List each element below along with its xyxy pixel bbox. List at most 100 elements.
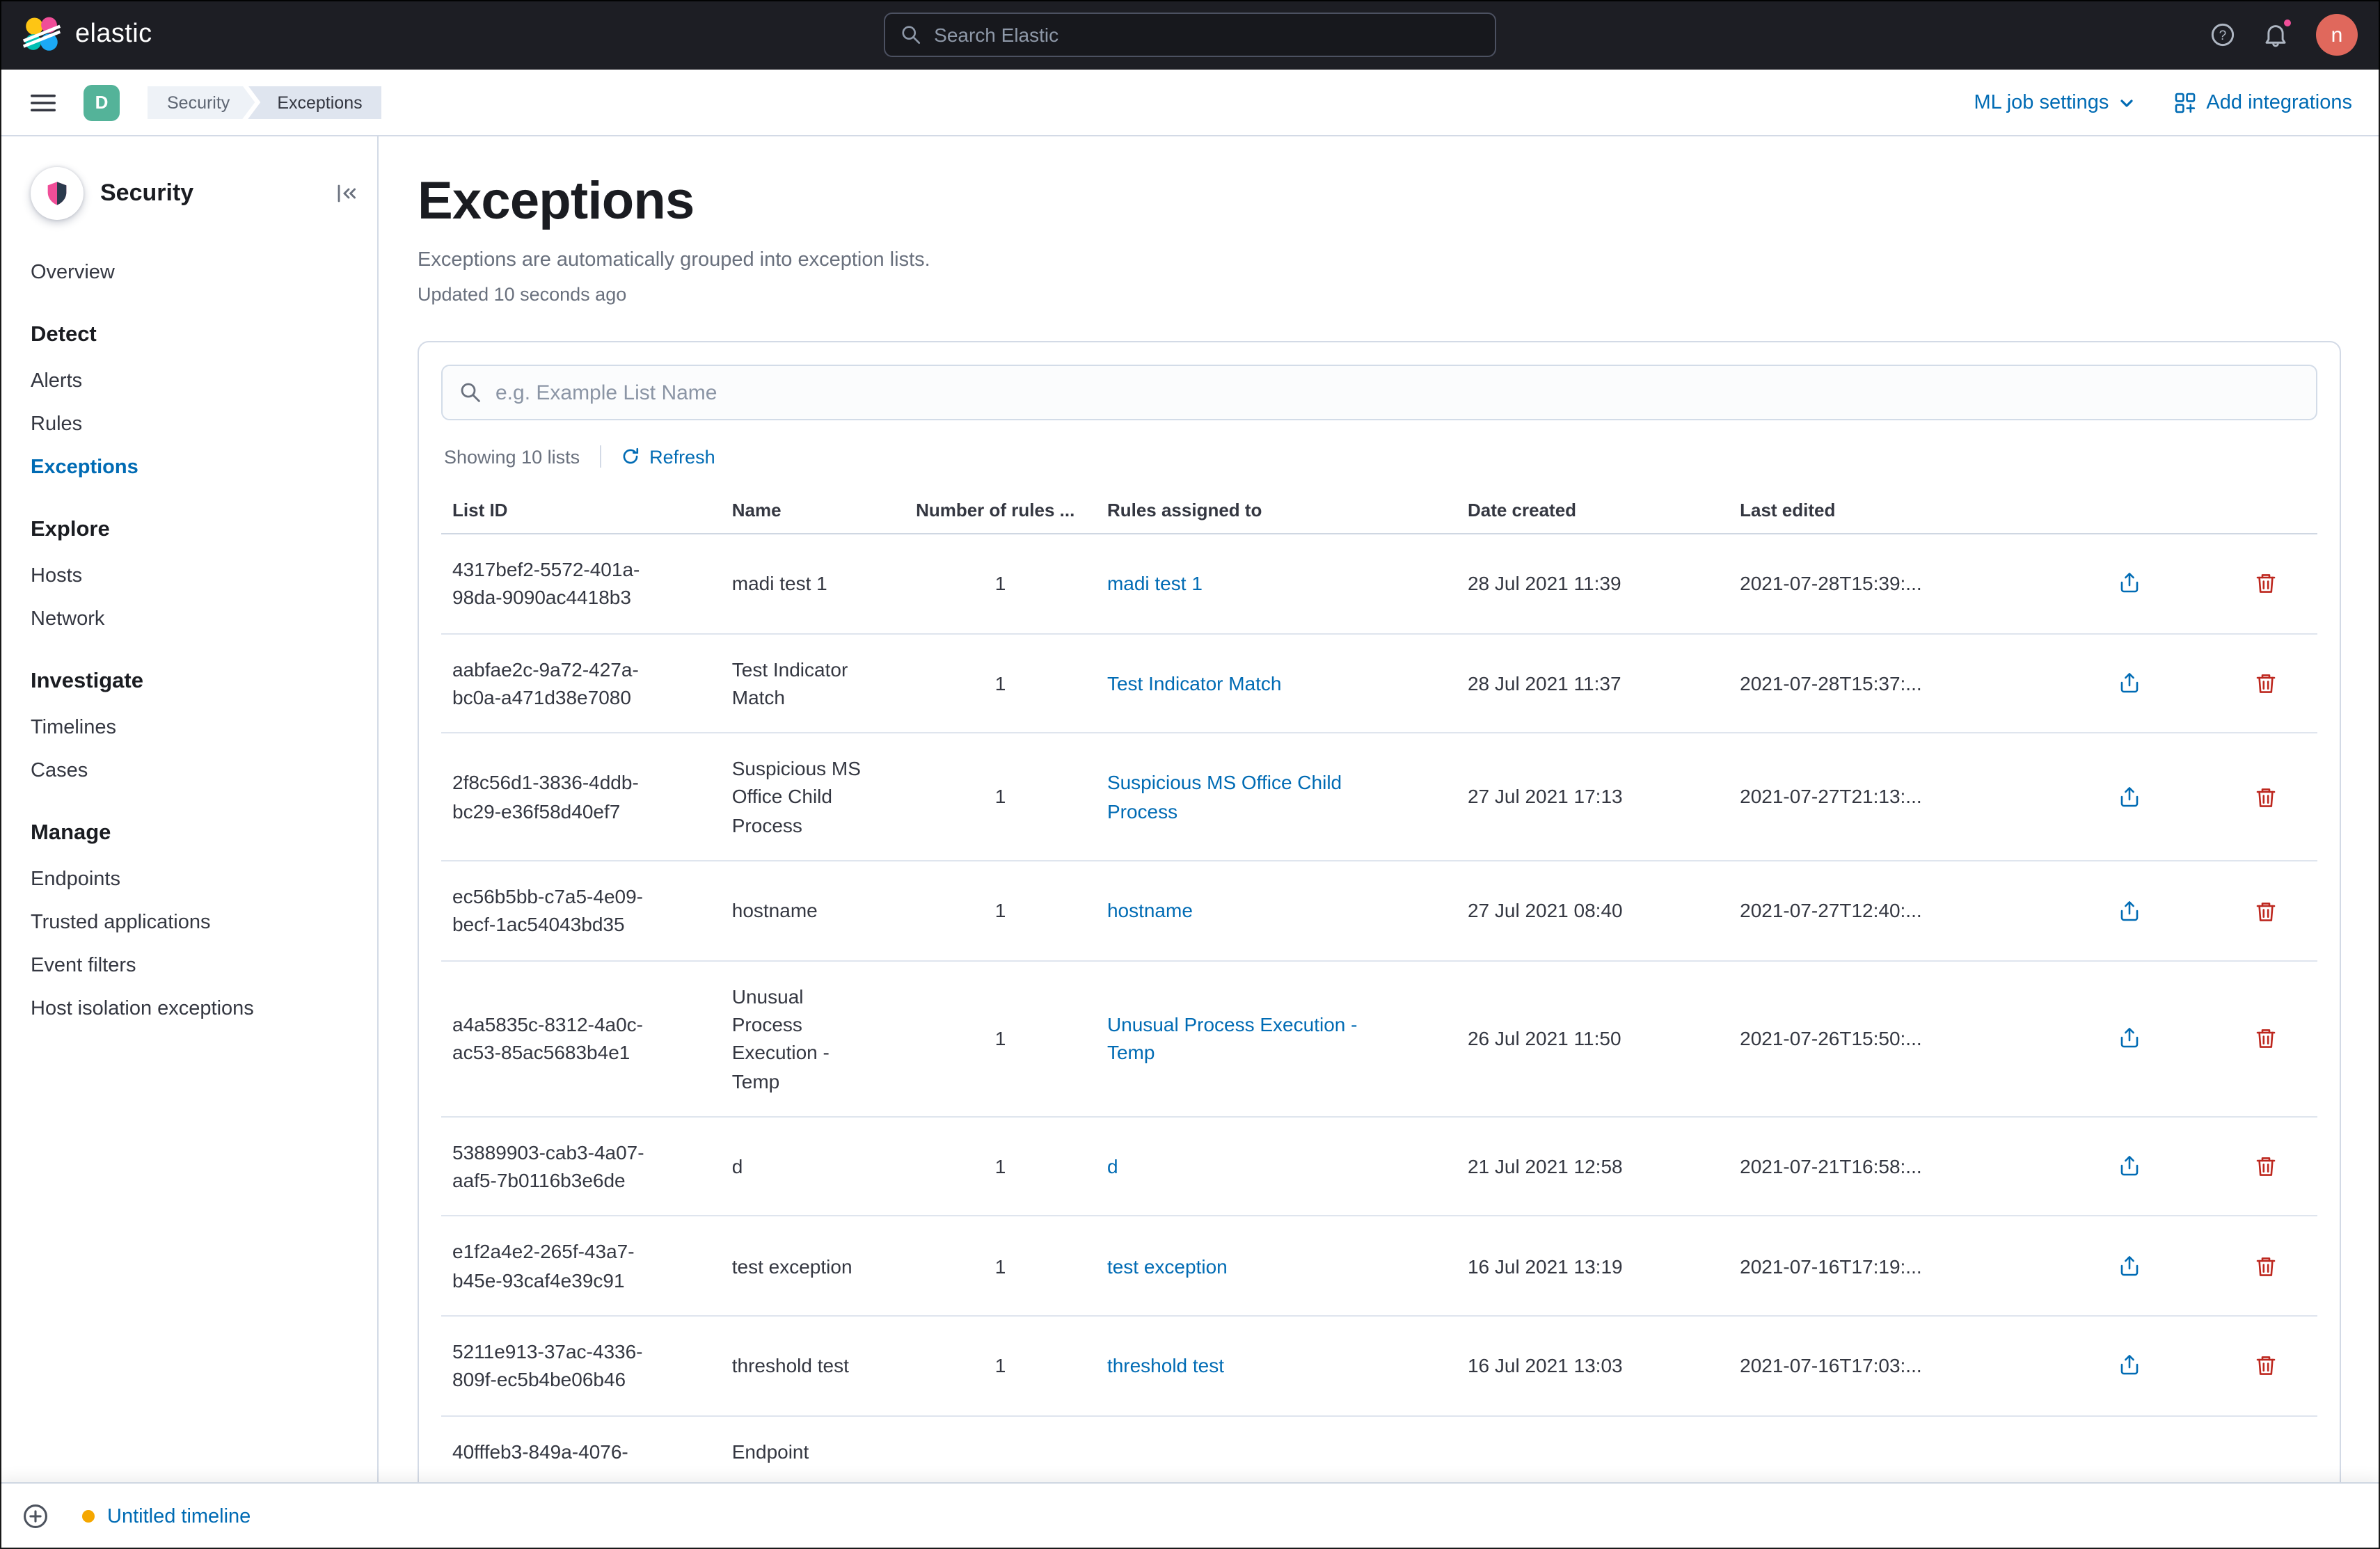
trash-icon bbox=[2256, 1257, 2276, 1276]
sidebar-item-host-isolation-exceptions[interactable]: Host isolation exceptions bbox=[31, 998, 347, 1020]
delete-list-button[interactable] bbox=[2251, 896, 2281, 926]
table-meta-row: Showing 10 lists Refresh bbox=[444, 445, 2315, 468]
menu-button[interactable] bbox=[19, 79, 67, 126]
sidebar-item-timelines[interactable]: Timelines bbox=[31, 717, 347, 739]
name-cell: test exception bbox=[720, 1216, 905, 1317]
sidebar-item-event-filters[interactable]: Event filters bbox=[31, 955, 347, 977]
rules-count-cell: 1 bbox=[905, 960, 1096, 1118]
sidebar-item-overview[interactable]: Overview bbox=[31, 262, 347, 284]
sidebar-item-endpoints[interactable]: Endpoints bbox=[31, 868, 347, 891]
rule-link[interactable]: madi test 1 bbox=[1107, 572, 1203, 594]
main-content: Exceptions Exceptions are automatically … bbox=[379, 136, 2380, 1549]
header-actions: ? n bbox=[2210, 14, 2358, 56]
date-created-cell: 21 Jul 2021 12:58 bbox=[1456, 1116, 1729, 1217]
sidebar-section-explore: Explore bbox=[31, 518, 110, 541]
list-id-cell: e1f2a4e2-265f-43a7- b45e-93caf4e39c91 bbox=[441, 1216, 721, 1317]
export-list-button[interactable] bbox=[2114, 1152, 2145, 1182]
page-title: Exceptions bbox=[418, 173, 695, 231]
sidebar-title: Security bbox=[100, 180, 194, 206]
help-button[interactable]: ? bbox=[2210, 22, 2235, 47]
delete-list-button[interactable] bbox=[2251, 668, 2281, 699]
export-list-button[interactable] bbox=[2114, 896, 2145, 926]
rule-link[interactable]: threshold test bbox=[1107, 1354, 1224, 1376]
delete-list-button[interactable] bbox=[2251, 782, 2281, 813]
col-header-last-edited: Last edited bbox=[1729, 487, 2045, 534]
collapse-sidebar-button[interactable] bbox=[335, 182, 358, 205]
breadcrumb-exceptions[interactable]: Exceptions bbox=[248, 86, 382, 119]
table-row-partial: 40fffeb3-849a-4076- Endpoint bbox=[441, 1415, 2317, 1488]
rule-link[interactable]: test exception bbox=[1107, 1255, 1228, 1277]
rules-count-cell: 1 bbox=[905, 733, 1096, 862]
export-list-button[interactable] bbox=[2114, 1024, 2145, 1054]
export-list-button[interactable] bbox=[2114, 569, 2145, 599]
date-created-cell bbox=[1456, 1415, 1729, 1488]
export-icon bbox=[2120, 1028, 2139, 1049]
delete-list-button[interactable] bbox=[2251, 569, 2281, 599]
svg-text:?: ? bbox=[2219, 29, 2227, 43]
last-edited-cell: 2021-07-26T15:50:... bbox=[1729, 960, 2045, 1118]
sidebar-item-hosts[interactable]: Hosts bbox=[31, 565, 347, 587]
elastic-brand[interactable]: elastic bbox=[22, 15, 152, 54]
col-header-list-id: List ID bbox=[441, 487, 721, 534]
col-header-number-of-rules: Number of rules ... bbox=[905, 487, 1096, 534]
sidebar-item-trusted-applications[interactable]: Trusted applications bbox=[31, 912, 347, 934]
list-search[interactable] bbox=[441, 365, 2317, 420]
last-edited-cell: 2021-07-16T17:19:... bbox=[1729, 1216, 2045, 1317]
delete-list-button[interactable] bbox=[2251, 1024, 2281, 1054]
rule-link[interactable]: hostname bbox=[1107, 899, 1193, 921]
name-cell: Test Indicator Match bbox=[720, 633, 905, 734]
export-list-button[interactable] bbox=[2114, 1351, 2145, 1381]
rule-link[interactable]: Suspicious MS Office Child Process bbox=[1107, 772, 1342, 823]
breadcrumb-security[interactable]: Security bbox=[148, 86, 255, 119]
export-list-button[interactable] bbox=[2114, 782, 2145, 813]
trash-icon bbox=[2256, 902, 2276, 921]
ml-job-settings-button[interactable]: ML job settings bbox=[1974, 91, 2135, 113]
list-id-cell: 40fffeb3-849a-4076- bbox=[441, 1415, 721, 1488]
untitled-timeline-link[interactable]: Untitled timeline bbox=[82, 1505, 251, 1527]
export-list-button[interactable] bbox=[2114, 1251, 2145, 1282]
app-body: Security Overview Detect Alerts Rules Ex… bbox=[0, 136, 2380, 1549]
security-sidebar: Security Overview Detect Alerts Rules Ex… bbox=[0, 136, 379, 1549]
global-header: elastic ? n bbox=[0, 0, 2380, 70]
col-header-name: Name bbox=[720, 487, 905, 534]
export-icon bbox=[2120, 1255, 2139, 1276]
search-icon bbox=[461, 383, 480, 402]
exception-lists-panel: Showing 10 lists Refresh bbox=[418, 341, 2341, 1511]
add-integrations-button[interactable]: Add integrations bbox=[2174, 91, 2352, 113]
sidebar-item-alerts[interactable]: Alerts bbox=[31, 370, 347, 392]
collapse-left-icon bbox=[338, 184, 356, 202]
global-search-input[interactable] bbox=[934, 24, 1479, 46]
col-header-export bbox=[2045, 487, 2214, 534]
page-subtitle: Exceptions are automatically grouped int… bbox=[418, 249, 930, 271]
list-search-input[interactable] bbox=[495, 381, 2299, 404]
plus-in-circle-icon bbox=[24, 1504, 47, 1528]
delete-list-button[interactable] bbox=[2251, 1152, 2281, 1182]
refresh-button[interactable]: Refresh bbox=[620, 446, 715, 467]
sidebar-item-rules[interactable]: Rules bbox=[31, 413, 347, 436]
sidebar-item-exceptions[interactable]: Exceptions bbox=[31, 456, 347, 479]
rule-link[interactable]: d bbox=[1107, 1155, 1118, 1177]
navbar-actions: ML job settings Add integrations bbox=[1974, 91, 2361, 113]
global-search[interactable] bbox=[884, 13, 1496, 57]
sidebar-item-network[interactable]: Network bbox=[31, 608, 347, 630]
delete-list-button[interactable] bbox=[2251, 1351, 2281, 1381]
space-selector-badge[interactable]: D bbox=[84, 84, 120, 120]
name-cell: Suspicious MS Office Child Process bbox=[720, 733, 905, 862]
col-header-date-created: Date created bbox=[1456, 487, 1729, 534]
rule-link[interactable]: Test Indicator Match bbox=[1107, 672, 1282, 694]
timeline-add-button[interactable] bbox=[22, 1503, 49, 1530]
sidebar-item-cases[interactable]: Cases bbox=[31, 760, 347, 782]
notifications-button[interactable] bbox=[2263, 17, 2294, 47]
list-id-cell: 4317bef2-5572-401a- 98da-9090ac4418b3 bbox=[441, 534, 721, 635]
date-created-cell: 27 Jul 2021 08:40 bbox=[1456, 861, 1729, 962]
space-initial: D bbox=[95, 92, 109, 113]
delete-list-button[interactable] bbox=[2251, 1251, 2281, 1282]
date-created-cell: 16 Jul 2021 13:19 bbox=[1456, 1216, 1729, 1317]
refresh-icon bbox=[622, 447, 638, 464]
user-avatar[interactable]: n bbox=[2316, 14, 2358, 56]
meta-divider bbox=[599, 445, 601, 468]
updated-timestamp: Updated 10 seconds ago bbox=[418, 284, 627, 305]
export-list-button[interactable] bbox=[2114, 668, 2145, 699]
table-row: e1f2a4e2-265f-43a7- b45e-93caf4e39c91 te… bbox=[441, 1216, 2317, 1317]
rule-link[interactable]: Unusual Process Execution - Temp bbox=[1107, 1013, 1358, 1064]
